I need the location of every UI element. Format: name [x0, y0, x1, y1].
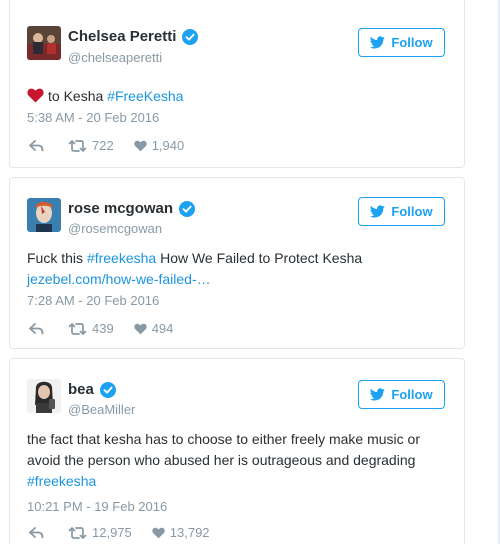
timestamp[interactable]: 5:38 AM - 20 Feb 2016 — [27, 110, 159, 125]
user-handle[interactable]: @rosemcgowan — [68, 221, 162, 236]
avatar[interactable] — [27, 26, 61, 60]
reply-button[interactable] — [29, 526, 44, 539]
retweet-button[interactable]: 12,975 — [68, 525, 132, 540]
like-count: 494 — [151, 321, 174, 336]
retweet-count: 12,975 — [92, 525, 132, 540]
user-handle[interactable]: @BeaMiller — [68, 402, 135, 417]
reply-icon — [29, 139, 44, 151]
like-heart-icon — [152, 527, 165, 538]
retweet-icon — [68, 139, 87, 152]
url-link[interactable]: jezebel.com/how-we-failed-… — [27, 271, 211, 287]
tweet-card: rose mcgowan @rosemcgowan Follow Fuck th… — [9, 177, 465, 349]
hashtag-link[interactable]: #freekesha — [87, 250, 156, 266]
display-name[interactable]: Chelsea Peretti — [68, 28, 176, 45]
tweet-text: to Kesha #FreeKesha — [27, 86, 447, 107]
twitter-bird-icon — [370, 205, 386, 218]
verified-badge-icon — [179, 200, 196, 217]
verified-badge-icon — [182, 28, 199, 45]
avatar[interactable] — [27, 198, 61, 232]
tweet-text: the fact that kesha has to choose to eit… — [27, 429, 447, 492]
action-bar: 722 1,940 — [29, 138, 184, 153]
like-button[interactable]: 13,792 — [152, 525, 210, 540]
hashtag-link[interactable]: #FreeKesha — [107, 88, 183, 104]
tweet-body: to Kesha — [48, 88, 104, 104]
like-button[interactable]: 1,940 — [134, 138, 185, 153]
like-count: 1,940 — [151, 138, 185, 153]
like-button[interactable]: 494 — [134, 321, 174, 336]
twitter-bird-icon — [370, 36, 386, 49]
red-heart-emoji — [27, 88, 44, 103]
timestamp[interactable]: 7:28 AM - 20 Feb 2016 — [27, 293, 159, 308]
action-bar: 12,975 13,792 — [29, 525, 210, 540]
like-heart-icon — [134, 140, 147, 151]
reply-icon — [29, 322, 44, 334]
tweet-text: Fuck this #freekesha How We Failed to Pr… — [27, 248, 447, 290]
timestamp[interactable]: 10:21 PM - 19 Feb 2016 — [27, 499, 167, 514]
hashtag-link[interactable]: #freekesha — [27, 473, 96, 489]
reply-button[interactable] — [29, 322, 44, 335]
tweet-card: Chelsea Peretti @chelseaperetti Follow t… — [9, 0, 465, 168]
display-name[interactable]: bea — [68, 381, 94, 398]
tweet-body: Fuck this — [27, 250, 84, 266]
follow-button[interactable]: Follow — [358, 197, 445, 226]
twitter-bird-icon — [370, 388, 386, 401]
tweet-body: the fact that kesha has to choose to eit… — [27, 431, 420, 468]
follow-label: Follow — [391, 204, 433, 219]
like-count: 13,792 — [169, 525, 210, 540]
follow-label: Follow — [391, 35, 433, 50]
retweet-count: 439 — [92, 321, 114, 336]
action-bar: 439 494 — [29, 321, 173, 336]
follow-button[interactable]: Follow — [358, 28, 445, 57]
retweet-button[interactable]: 722 — [68, 138, 114, 153]
display-name[interactable]: rose mcgowan — [68, 200, 173, 217]
retweet-icon — [68, 322, 87, 335]
verified-badge-icon — [99, 381, 116, 398]
user-handle[interactable]: @chelseaperetti — [68, 50, 162, 65]
follow-button[interactable]: Follow — [358, 380, 445, 409]
retweet-icon — [68, 526, 87, 539]
tweet-body-continued: How We Failed to Protect Kesha — [160, 250, 363, 266]
reply-icon — [29, 526, 44, 538]
follow-label: Follow — [391, 387, 433, 402]
reply-button[interactable] — [29, 139, 44, 152]
retweet-count: 722 — [92, 138, 114, 153]
avatar[interactable] — [27, 379, 61, 413]
tweet-card: bea @BeaMiller Follow the fact that kesh… — [9, 358, 465, 544]
retweet-button[interactable]: 439 — [68, 321, 114, 336]
like-heart-icon — [134, 323, 147, 334]
